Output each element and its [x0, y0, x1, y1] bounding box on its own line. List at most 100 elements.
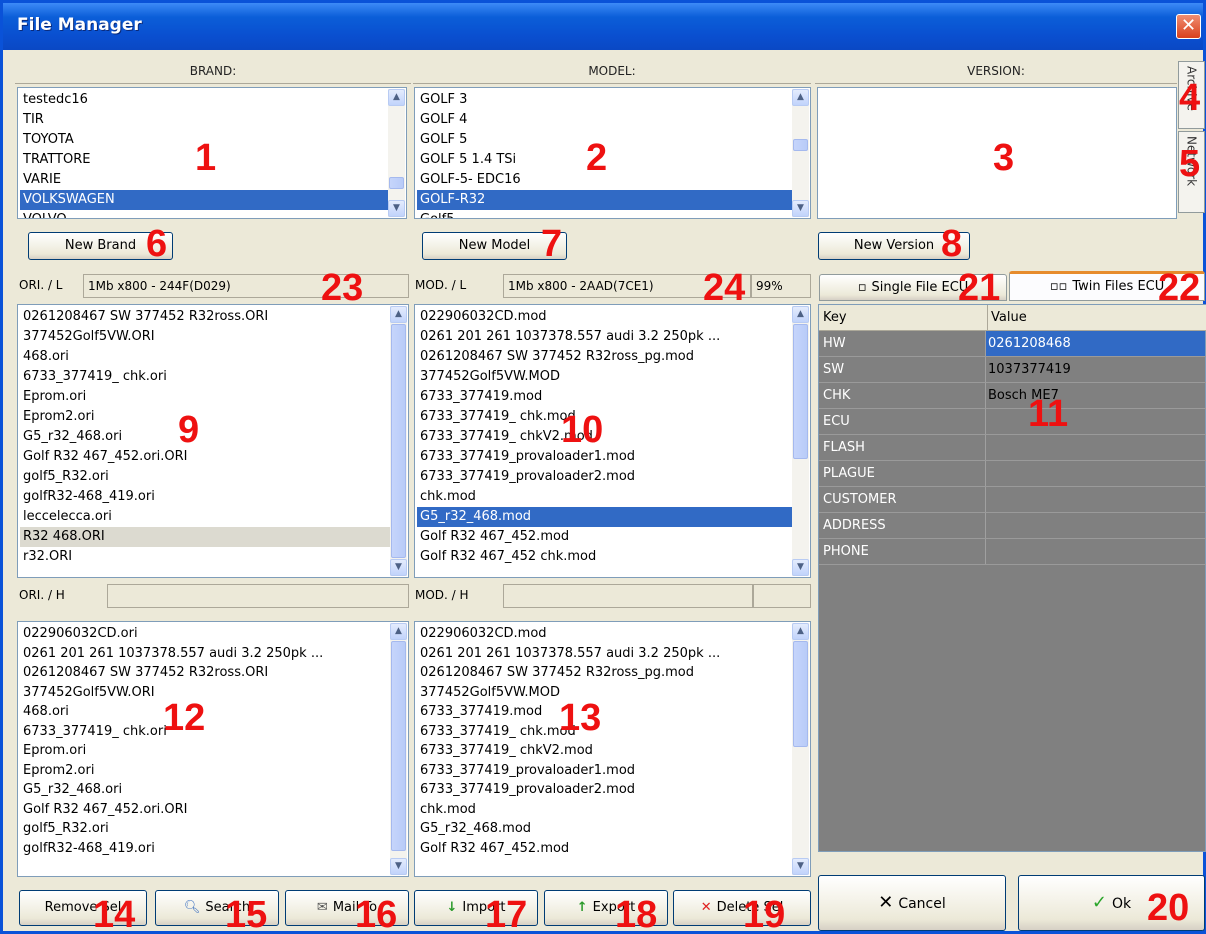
grid-value[interactable]	[985, 409, 1205, 434]
list-item[interactable]: 6733_377419_provaloader1.mod	[417, 447, 792, 467]
scroll-down-icon[interactable]: ▼	[388, 200, 405, 217]
ori-l-file-list[interactable]: 0261208467 SW 377452 R32ross.ORI 377452Go…	[17, 304, 409, 578]
list-item[interactable]: 6733_377419_ chkV2.mod	[417, 741, 792, 761]
grid-row[interactable]: CUSTOMER	[819, 487, 1206, 513]
scroll-down-icon[interactable]: ▼	[390, 559, 407, 576]
list-item[interactable]: r32.ORI	[20, 547, 390, 567]
scroll-down-icon[interactable]: ▼	[390, 858, 407, 875]
scroll-thumb[interactable]	[391, 324, 406, 558]
list-item[interactable]: G5_r32_468.mod	[417, 819, 792, 839]
list-item[interactable]: leccelecca.ori	[20, 507, 390, 527]
scroll-up-icon[interactable]: ▲	[792, 306, 809, 323]
grid-row[interactable]: ADDRESS	[819, 513, 1206, 539]
list-item[interactable]: Golf R32 467_452.mod	[417, 527, 792, 547]
list-item[interactable]: 6733_377419_ chk.ori	[20, 367, 390, 387]
list-item[interactable]: 0261208467 SW 377452 R32ross_pg.mod	[417, 663, 792, 683]
list-item[interactable]: chk.mod	[417, 800, 792, 820]
list-item[interactable]: VOLVO	[20, 210, 388, 218]
scroll-thumb[interactable]	[793, 139, 808, 151]
ori-h-file-list[interactable]: 022906032CD.ori 0261 201 261 1037378.557 …	[17, 621, 409, 877]
grid-row[interactable]: FLASH	[819, 435, 1206, 461]
list-item[interactable]: 6733_377419.mod	[417, 387, 792, 407]
list-item[interactable]: 377452Golf5VW.MOD	[417, 683, 792, 703]
list-item[interactable]: G5_r32_468.ori	[20, 427, 390, 447]
scroll-down-icon[interactable]: ▼	[792, 559, 809, 576]
list-item[interactable]: 0261208467 SW 377452 R32ross_pg.mod	[417, 347, 792, 367]
mod-l-file-list[interactable]: 022906032CD.mod 0261 201 261 1037378.557 …	[414, 304, 811, 578]
list-item[interactable]: 6733_377419_provaloader2.mod	[417, 467, 792, 487]
scroll-up-icon[interactable]: ▲	[390, 623, 407, 640]
ori-h-scrollbar[interactable]: ▲ ▼	[390, 623, 407, 875]
ori-l-scrollbar[interactable]: ▲ ▼	[390, 306, 407, 576]
scroll-up-icon[interactable]: ▲	[792, 89, 809, 106]
list-item[interactable]: 6733_377419_ chk.mod	[417, 407, 792, 427]
grid-value[interactable]	[985, 435, 1205, 460]
list-item[interactable]: Eprom.ori	[20, 387, 390, 407]
list-item[interactable]: GOLF-R32	[417, 190, 792, 210]
grid-row[interactable]: PLAGUE	[819, 461, 1206, 487]
list-item[interactable]: golfR32-468_419.ori	[20, 839, 390, 859]
delete-sel-button[interactable]: ✕ Delete Sel	[673, 890, 811, 926]
title-bar[interactable]: File Manager ✕	[3, 3, 1203, 50]
list-item[interactable]: Golf R32 467_452.ori.ORI	[20, 800, 390, 820]
list-item[interactable]: golfR32-468_419.ori	[20, 487, 390, 507]
scroll-up-icon[interactable]: ▲	[390, 306, 407, 323]
model-list[interactable]: GOLF 3 GOLF 4 GOLF 5 GOLF 5 1.4 TSi GOLF-5- …	[414, 87, 811, 219]
grid-value[interactable]	[985, 487, 1205, 512]
grid-row[interactable]: HW 0261208468	[819, 331, 1206, 357]
scroll-thumb[interactable]	[391, 641, 406, 851]
list-item[interactable]: G5_r32_468.ori	[20, 780, 390, 800]
list-item[interactable]: GOLF 3	[417, 90, 792, 110]
list-item[interactable]: Golf R32 467_452.ori.ORI	[20, 447, 390, 467]
list-item[interactable]: golf5_R32.ori	[20, 467, 390, 487]
list-item[interactable]: 6733_377419_provaloader2.mod	[417, 780, 792, 800]
mod-h-file-list[interactable]: 022906032CD.mod 0261 201 261 1037378.557 …	[414, 621, 811, 877]
list-item[interactable]: 6733_377419.mod	[417, 702, 792, 722]
grid-value[interactable]: Bosch ME7	[985, 383, 1205, 408]
list-item[interactable]: 022906032CD.mod	[417, 307, 792, 327]
list-item[interactable]: Golf R32 467_452.mod	[417, 839, 792, 859]
list-item[interactable]: R32 468.ORI	[20, 527, 390, 547]
list-item[interactable]: golf5_R32.ori	[20, 819, 390, 839]
grid-value[interactable]: 0261208468	[985, 331, 1205, 356]
scroll-thumb[interactable]	[793, 324, 808, 459]
grid-row[interactable]: CHK Bosch ME7	[819, 383, 1206, 409]
list-item[interactable]: GOLF 4	[417, 110, 792, 130]
list-item[interactable]: 468.ori	[20, 347, 390, 367]
close-button[interactable]: ✕	[1176, 14, 1201, 39]
grid-value[interactable]	[985, 513, 1205, 538]
scroll-up-icon[interactable]: ▲	[388, 89, 405, 106]
grid-row[interactable]: PHONE	[819, 539, 1206, 565]
scroll-thumb[interactable]	[793, 641, 808, 747]
list-item[interactable]: chk.mod	[417, 487, 792, 507]
list-item[interactable]: 022906032CD.ori	[20, 624, 390, 644]
list-item[interactable]: 022906032CD.mod	[417, 624, 792, 644]
grid-row[interactable]: SW 1037377419	[819, 357, 1206, 383]
list-item[interactable]: 6733_377419_provaloader1.mod	[417, 761, 792, 781]
list-item[interactable]: TIR	[20, 110, 388, 130]
list-item[interactable]: Golf R32 467_452 chk.mod	[417, 547, 792, 567]
brand-scrollbar[interactable]: ▲ ▼	[388, 89, 405, 217]
mod-h-scrollbar[interactable]: ▲ ▼	[792, 623, 809, 875]
list-item[interactable]: G5_r32_468.mod	[417, 507, 792, 527]
properties-grid[interactable]: Key Value HW 0261208468 SW 1037377419 CHK Bos…	[818, 304, 1206, 852]
mod-l-scrollbar[interactable]: ▲ ▼	[792, 306, 809, 576]
cancel-button[interactable]: ✕ Cancel	[818, 875, 1006, 931]
list-item[interactable]: 6733_377419_ chk.mod	[417, 722, 792, 742]
list-item[interactable]: 0261208467 SW 377452 R32ross.ORI	[20, 663, 390, 683]
list-item[interactable]: VOLKSWAGEN	[20, 190, 388, 210]
scroll-thumb[interactable]	[389, 177, 404, 189]
grid-row[interactable]: ECU	[819, 409, 1206, 435]
list-item[interactable]: Eprom2.ori	[20, 407, 390, 427]
scroll-down-icon[interactable]: ▼	[792, 858, 809, 875]
list-item[interactable]: Eprom2.ori	[20, 761, 390, 781]
list-item[interactable]: Eprom.ori	[20, 741, 390, 761]
list-item[interactable]: 6733_377419_ chkV2.mod	[417, 427, 792, 447]
list-item[interactable]: 0261208467 SW 377452 R32ross.ORI	[20, 307, 390, 327]
model-scrollbar[interactable]: ▲ ▼	[792, 89, 809, 217]
list-item[interactable]: 377452Golf5VW.ORI	[20, 327, 390, 347]
list-item[interactable]: testedc16	[20, 90, 388, 110]
list-item[interactable]: 0261 201 261 1037378.557 audi 3.2 250pk …	[417, 327, 792, 347]
grid-value[interactable]	[985, 461, 1205, 486]
list-item[interactable]: Golf5	[417, 210, 792, 218]
